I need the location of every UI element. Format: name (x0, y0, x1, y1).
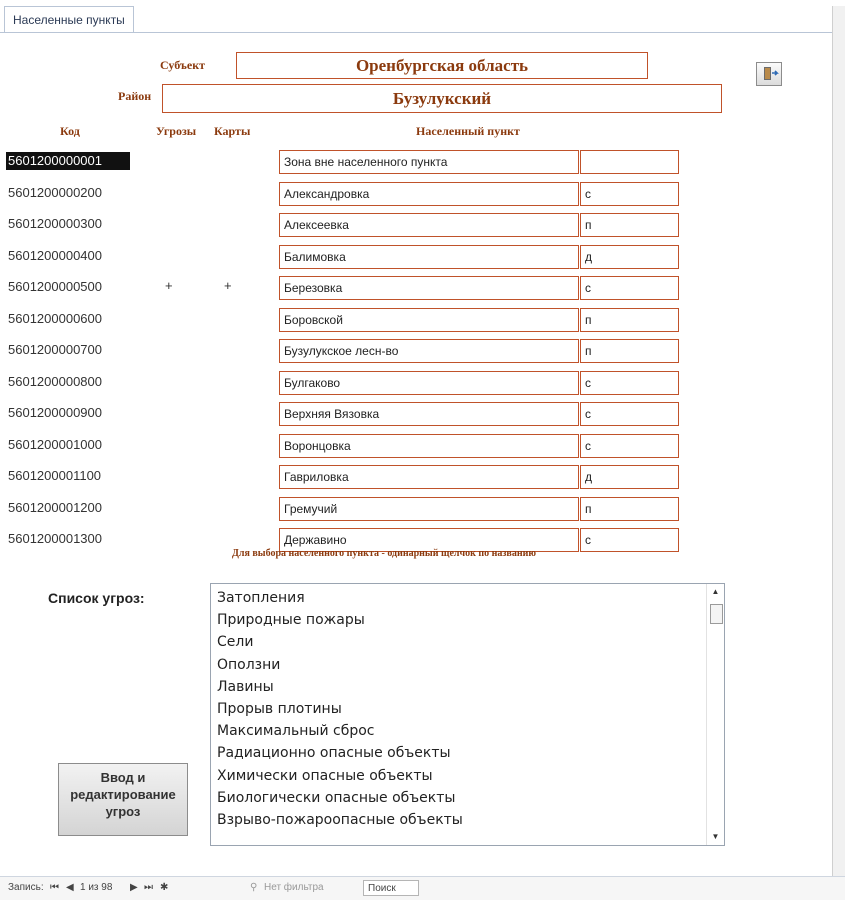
threat-list-item[interactable]: Сели (217, 631, 463, 653)
settlement-type-field[interactable] (580, 150, 679, 174)
threat-list-item[interactable]: Природные пожары (217, 609, 463, 631)
prev-record-icon[interactable]: ◀ (66, 882, 74, 893)
subject-field[interactable]: Оренбургская область (236, 52, 648, 79)
settlement-type-field[interactable]: с (580, 181, 679, 206)
settlement-code[interactable]: 5601200000400 (6, 247, 130, 265)
settlement-type-field[interactable]: д (580, 465, 679, 489)
settlement-name-field[interactable]: Воронцовка (279, 433, 579, 458)
record-navigator: Запись: ⏮ ◀ 1 из 98 ▶ ⏭ ✱ ⚲ Нет фильтра … (0, 876, 845, 900)
settlement-code[interactable]: 5601200000700 (6, 341, 130, 359)
threat-listbox[interactable]: Затопления Природные пожары Сели Оползни Лав… (210, 583, 725, 846)
settlement-code[interactable]: 5601200000001 (6, 152, 130, 170)
settlement-type-field[interactable]: с (580, 528, 679, 552)
settlement-name-field[interactable]: Зона вне населенного пункта (279, 150, 579, 174)
settlement-name-field[interactable]: Балимовка (279, 244, 579, 269)
settlement-code[interactable]: 5601200000800 (6, 373, 130, 391)
settlement-type-field[interactable]: д (580, 244, 679, 269)
tab-settlements[interactable]: Населенные пункты (4, 6, 134, 33)
threats-label: Список угроз: (48, 590, 145, 606)
form-scrollbar[interactable] (832, 6, 845, 876)
settlement-type-field[interactable]: с (580, 276, 679, 300)
threat-list-scrollbar[interactable]: ▲ ▼ (706, 584, 724, 845)
threat-items: Затопления Природные пожары Сели Оползни Лав… (217, 587, 463, 831)
new-record-icon[interactable]: ✱ (160, 882, 168, 893)
tab-divider (0, 32, 832, 33)
record-position[interactable]: 1 из 98 (80, 882, 112, 893)
threat-list-item[interactable]: Затопления (217, 587, 463, 609)
settlement-type-field[interactable]: с (580, 402, 679, 426)
settlement-type-field[interactable]: с (580, 370, 679, 395)
settlement-name-field[interactable]: Боровской (279, 307, 579, 332)
settlement-code[interactable]: 5601200000500 (6, 278, 130, 296)
header-code: Код (60, 124, 80, 138)
exit-door-icon (764, 67, 779, 80)
threat-list-item[interactable]: Прорыв плотины (217, 698, 463, 720)
settlement-type-field[interactable]: п (580, 496, 679, 521)
settlement-code[interactable]: 5601200001300 (6, 530, 130, 548)
header-maps: Карты (214, 124, 251, 138)
threat-list-item[interactable]: Радиационно опасные объекты (217, 742, 463, 764)
first-record-icon[interactable]: ⏮ (50, 882, 59, 893)
search-input[interactable]: Поиск (363, 880, 419, 896)
settlement-type-field[interactable]: с (580, 433, 679, 458)
settlement-name-field[interactable]: Гремучий (279, 496, 579, 521)
records-label: Запись: (8, 882, 44, 893)
header-settlement: Населенный пункт (416, 124, 520, 138)
filter-status[interactable]: Нет фильтра (264, 882, 324, 893)
exit-button[interactable] (756, 62, 782, 86)
settlement-code[interactable]: 5601200001000 (6, 436, 130, 454)
settlement-name-field[interactable]: Бузулукское лесн-во (279, 339, 579, 363)
settlement-code[interactable]: 5601200000900 (6, 404, 130, 422)
edit-button-line3: угроз (105, 804, 141, 819)
threat-list-item[interactable]: Биологически опасные объекты (217, 787, 463, 809)
last-record-icon[interactable]: ⏭ (144, 882, 153, 893)
threat-list-item[interactable]: Взрыво-пожароопасные объекты (217, 809, 463, 831)
settlement-name-field[interactable]: Верхняя Вязовка (279, 402, 579, 426)
district-label: Район (118, 89, 152, 103)
form-window: Населенные пункты Субъект Оренбургская о… (0, 0, 845, 900)
settlement-code[interactable]: 5601200001100 (6, 467, 130, 485)
settlement-name-field[interactable]: Березовка (279, 276, 579, 300)
settlement-type-field[interactable]: п (580, 213, 679, 237)
settlement-code[interactable]: 5601200000200 (6, 184, 130, 202)
scroll-up-icon[interactable]: ▲ (707, 584, 724, 600)
settlement-name-field[interactable]: Алексеевка (279, 213, 579, 237)
filter-icon[interactable]: ⚲ (250, 882, 257, 893)
scroll-down-icon[interactable]: ▼ (707, 829, 724, 845)
settlement-code[interactable]: 5601200000600 (6, 310, 130, 328)
settlement-type-field[interactable]: п (580, 339, 679, 363)
edit-button-line2: редактирование (70, 787, 176, 802)
selection-hint: Для выбора населенного пункта - одинарны… (232, 548, 536, 559)
header-threats: Угрозы (156, 124, 197, 138)
tab-bar: Населенные пункты (0, 0, 845, 34)
settlement-name-field[interactable]: Александровка (279, 181, 579, 206)
scroll-thumb[interactable] (710, 604, 723, 624)
threat-list-item[interactable]: Оползни (217, 654, 463, 676)
next-record-icon[interactable]: ▶ (130, 882, 138, 893)
threat-list-item[interactable]: Лавины (217, 676, 463, 698)
settlement-type-field[interactable]: п (580, 307, 679, 332)
settlement-code[interactable]: 5601200001200 (6, 499, 130, 517)
settlement-name-field[interactable]: Булгаково (279, 370, 579, 395)
threat-list-item[interactable]: Максимальный сброс (217, 720, 463, 742)
district-field[interactable]: Бузулукский (162, 84, 722, 113)
map-flag: + (224, 278, 232, 293)
settlement-code[interactable]: 5601200000300 (6, 215, 130, 233)
edit-threats-button[interactable]: Ввод и редактирование угроз (58, 763, 188, 836)
threat-flag: + (165, 278, 173, 293)
edit-button-line1: Ввод и (100, 770, 146, 785)
settlement-name-field[interactable]: Гавриловка (279, 465, 579, 489)
threat-list-item[interactable]: Химически опасные объекты (217, 765, 463, 787)
subject-label: Субъект (160, 58, 206, 72)
